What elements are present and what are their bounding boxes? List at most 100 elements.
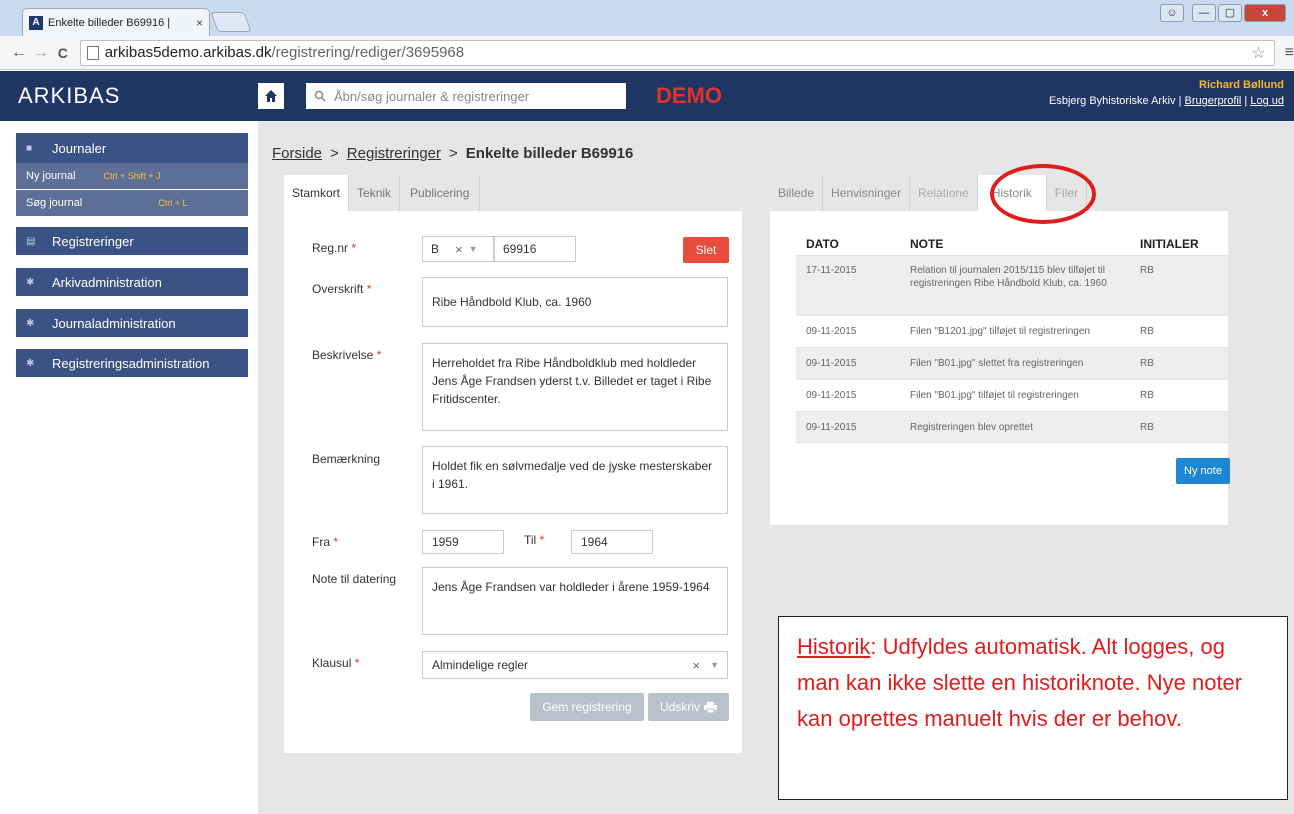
demo-label: DEMO	[656, 83, 722, 108]
sidebar: ■ Journaler Ny journal Ctrl + Shift + J …	[0, 121, 258, 814]
bemaerkning-label: Bemærkning	[312, 452, 381, 466]
app-header: ARKIBAS Åbn/søg journaler & registrering…	[0, 71, 1294, 121]
sidebar-item-label: Registreringer	[52, 233, 134, 249]
row-initials: RB	[1140, 358, 1154, 369]
beskrivelse-field[interactable]: Herreholdet fra Ribe Håndboldklub med ho…	[422, 343, 728, 431]
sidebar-item-registreringsadministration[interactable]: ✱ Registreringsadministration	[16, 349, 248, 377]
delete-button[interactable]: Slet	[683, 237, 729, 263]
table-header: DATO NOTE INITIALER	[796, 237, 1228, 255]
til-input[interactable]: 1964	[571, 530, 653, 554]
sidebar-subitem-sog-journal[interactable]: Søg journal Ctrl + L	[16, 190, 248, 216]
browser-tab[interactable]: A Enkelte billeder B69916 | ×	[22, 8, 210, 36]
klausul-label: Klausul *	[312, 656, 360, 670]
note-datering-label: Note til datering	[312, 572, 397, 586]
user-name: Richard Bøllund	[1199, 79, 1284, 91]
regnr-prefix-select[interactable]: B × ▼	[422, 236, 494, 262]
close-window-button[interactable]: x	[1244, 4, 1286, 22]
home-icon	[265, 90, 277, 102]
overskrift-label: Overskrift *	[312, 282, 372, 296]
search-input[interactable]: Åbn/søg journaler & registreringer	[306, 83, 626, 109]
reload-icon[interactable]: C	[52, 45, 74, 61]
table-row: 09-11-2015 Filen "B01.jpg" tilføjet til …	[796, 379, 1228, 411]
table-row: 09-11-2015 Filen "B01.jpg" slettet fra r…	[796, 347, 1228, 379]
sidebar-item-arkivadministration[interactable]: ✱ Arkivadministration	[16, 268, 248, 296]
fra-input[interactable]: 1959	[422, 530, 504, 554]
row-date: 09-11-2015	[806, 358, 857, 369]
new-tab-button[interactable]	[210, 12, 252, 32]
highlight-circle	[990, 164, 1096, 224]
row-date: 09-11-2015	[806, 390, 857, 401]
breadcrumb-section[interactable]: Registreringer	[347, 145, 441, 162]
url-path: /registrering/rediger/3695968	[271, 44, 465, 61]
overskrift-field[interactable]: Ribe Håndbold Klub, ca. 1960	[422, 277, 728, 327]
org-name: Esbjerg Byhistoriske Arkiv |	[1048, 95, 1185, 107]
gear-icon: ✱	[26, 317, 35, 329]
print-button[interactable]: Udskriv	[648, 693, 729, 721]
forward-icon[interactable]: →	[30, 44, 52, 62]
tab-teknik[interactable]: Teknik	[349, 175, 401, 211]
column-header-initials: INITIALER	[1140, 237, 1199, 251]
printer-icon	[704, 701, 717, 713]
list-icon: ▤	[26, 235, 36, 247]
note-datering-field[interactable]: Jens Åge Frandsen var holdleder i årene …	[422, 567, 728, 635]
browser-toolbar: ← → C arkibas5demo.arkibas.dk/registreri…	[0, 36, 1294, 70]
user-area: Richard Bøllund Esbjerg Byhistoriske Ark…	[1049, 79, 1284, 107]
breadcrumb-home[interactable]: Forside	[272, 145, 322, 162]
print-button-label: Udskriv	[659, 700, 700, 714]
row-note: Registreringen blev oprettet	[910, 422, 1033, 433]
row-initials: RB	[1140, 390, 1154, 401]
home-button[interactable]	[258, 83, 284, 109]
tab-relationer[interactable]: Relatione	[910, 175, 978, 211]
new-note-button[interactable]: Ny note	[1176, 458, 1230, 484]
chevron-down-icon[interactable]: ▼	[469, 244, 478, 254]
sidebar-item-label: Registreringsadministration	[52, 355, 210, 371]
tab-publicering[interactable]: Publicering	[400, 175, 481, 211]
tab-close-icon[interactable]: ×	[196, 16, 203, 30]
tab-stamkort[interactable]: Stamkort	[284, 175, 350, 211]
logo[interactable]: ARKIBAS	[0, 83, 258, 109]
tab-title: Enkelte billeder B69916 |	[48, 16, 171, 29]
logout-link[interactable]: Log ud	[1250, 95, 1284, 107]
clear-icon[interactable]: ×	[455, 242, 463, 257]
minimize-button[interactable]: —	[1192, 4, 1216, 22]
menu-icon[interactable]: ≡	[1285, 44, 1294, 62]
column-header-note: NOTE	[910, 237, 944, 251]
breadcrumb: Forside > Registreringer > Enkelte billeder …	[272, 145, 633, 162]
sidebar-item-label: Journaler	[52, 140, 107, 156]
sidebar-item-journaladministration[interactable]: ✱ Journaladministration	[16, 309, 248, 337]
tab-billede[interactable]: Billede	[770, 175, 824, 211]
user-links: Esbjerg Byhistoriske Arkiv | Brugerprofi…	[1048, 95, 1284, 107]
window-controls: ☺ — ▢ x	[1160, 4, 1286, 22]
shortcut-hint: Ctrl + L	[158, 198, 188, 208]
column-header-date: DATO	[806, 237, 839, 251]
sidebar-subitem-label: Søg journal	[26, 197, 83, 209]
save-button[interactable]: Gem registrering	[530, 693, 644, 721]
row-note: Filen "B01.jpg" slettet fra registrering…	[910, 358, 1084, 369]
sidebar-item-registreringer[interactable]: ▤ Registreringer	[16, 227, 248, 255]
row-note: Relation til journalen 2015/115 blev til…	[910, 265, 1107, 289]
fra-label: Fra *	[312, 535, 339, 549]
search-icon	[314, 90, 326, 102]
bemaerkning-field[interactable]: Holdet fik en sølvmedalje ved de jyske m…	[422, 446, 728, 514]
clear-icon[interactable]: ×	[692, 658, 700, 673]
browser-titlebar: A Enkelte billeder B69916 | × ☺ — ▢ x	[0, 0, 1294, 36]
regnr-number-input[interactable]: 69916	[494, 236, 576, 262]
tab-henvisninger[interactable]: Henvisninger	[823, 175, 911, 211]
sidebar-subitem-ny-journal[interactable]: Ny journal Ctrl + Shift + J	[16, 163, 248, 189]
shortcut-hint: Ctrl + Shift + J	[103, 171, 161, 181]
row-date: 09-11-2015	[806, 326, 857, 337]
bookmark-star-icon[interactable]: ☆	[1251, 43, 1265, 63]
annotation-callout: Historik: Udfyldes automatisk. Alt logge…	[778, 616, 1288, 800]
history-panel: DATO NOTE INITIALER 17-11-2015 Relation …	[770, 211, 1230, 525]
sidebar-subitem-label: Ny journal	[26, 170, 76, 182]
back-icon[interactable]: ←	[8, 44, 30, 62]
maximize-button[interactable]: ▢	[1218, 4, 1242, 22]
row-initials: RB	[1140, 326, 1154, 337]
row-initials: RB	[1140, 265, 1154, 276]
user-profile-icon[interactable]: ☺	[1160, 4, 1184, 22]
profile-link[interactable]: Brugerprofil	[1185, 95, 1242, 107]
chevron-down-icon[interactable]: ▼	[710, 660, 719, 670]
klausul-select[interactable]: Almindelige regler × ▼	[422, 651, 728, 679]
address-bar[interactable]: arkibas5demo.arkibas.dk/registrering/red…	[79, 39, 1275, 66]
sidebar-item-journaler[interactable]: ■ Journaler	[16, 133, 248, 163]
